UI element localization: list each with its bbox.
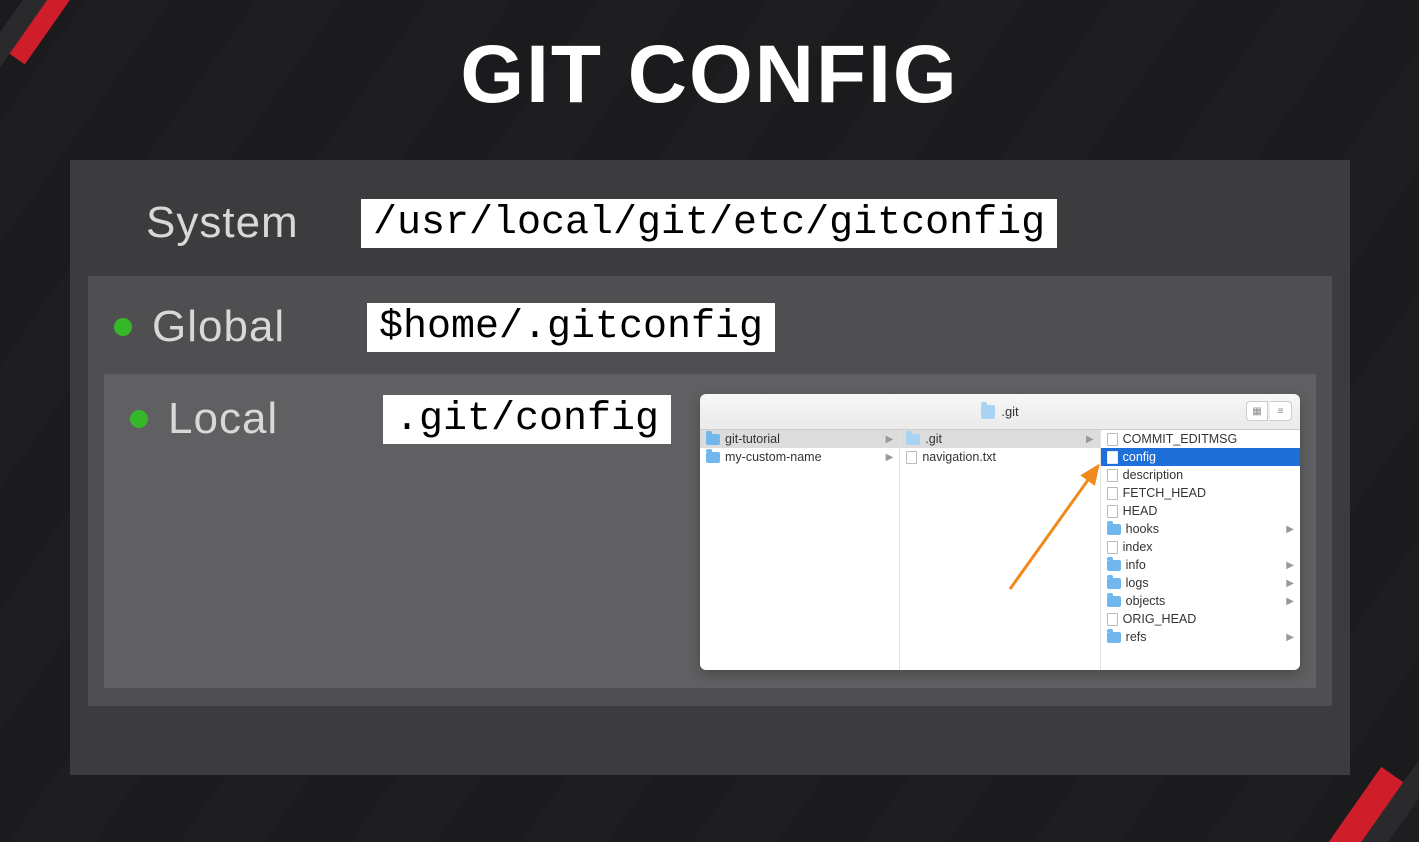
finder-item[interactable]: ORIG_HEAD xyxy=(1101,610,1300,628)
file-icon xyxy=(906,451,917,464)
chevron-right-icon: ▶ xyxy=(1286,560,1294,571)
finder-item-label: description xyxy=(1123,468,1183,482)
finder-item-label: git-tutorial xyxy=(725,432,780,446)
folder-icon xyxy=(1107,632,1121,643)
system-scope-box: System /usr/local/git/etc/gitconfig Glob… xyxy=(70,160,1350,775)
finder-column: git-tutorial ▶ my-custom-name ▶ xyxy=(700,430,900,670)
grid-view-icon: ▦ xyxy=(1246,401,1268,421)
finder-item[interactable]: FETCH_HEAD xyxy=(1101,484,1300,502)
finder-item-label: ORIG_HEAD xyxy=(1123,612,1197,626)
folder-icon xyxy=(706,434,720,445)
finder-item-label: COMMIT_EDITMSG xyxy=(1123,432,1238,446)
finder-item-label: info xyxy=(1126,558,1146,572)
file-icon xyxy=(1107,505,1118,518)
finder-item-label: logs xyxy=(1126,576,1149,590)
finder-item[interactable]: info ▶ xyxy=(1101,556,1300,574)
finder-item[interactable]: refs ▶ xyxy=(1101,628,1300,646)
finder-item[interactable]: index xyxy=(1101,538,1300,556)
system-label: System xyxy=(146,198,341,248)
list-view-icon: ≡ xyxy=(1270,401,1292,421)
global-label: Global xyxy=(152,302,347,352)
finder-columns: git-tutorial ▶ my-custom-name ▶ .git ▶ navigat… xyxy=(700,430,1300,670)
chevron-right-icon: ▶ xyxy=(1286,578,1294,589)
file-icon xyxy=(1107,433,1118,446)
finder-item[interactable]: objects ▶ xyxy=(1101,592,1300,610)
finder-item[interactable]: HEAD xyxy=(1101,502,1300,520)
global-row: Global $home/.gitconfig xyxy=(104,296,1316,374)
finder-item[interactable]: description xyxy=(1101,466,1300,484)
finder-titlebar: .git ▦ ≡ xyxy=(700,394,1300,430)
finder-view-toggle: ▦ ≡ xyxy=(1246,401,1292,421)
folder-icon xyxy=(1107,560,1121,571)
finder-column: COMMIT_EDITMSGconfig description FETCH_HEA… xyxy=(1101,430,1300,670)
finder-item[interactable]: logs ▶ xyxy=(1101,574,1300,592)
chevron-right-icon: ▶ xyxy=(886,452,894,463)
file-icon xyxy=(1107,469,1118,482)
global-path: $home/.gitconfig xyxy=(367,303,775,352)
finder-window: .git ▦ ≡ git-tutorial▶my-custom-name▶.gi… xyxy=(700,394,1300,670)
finder-item-label: index xyxy=(1123,540,1153,554)
file-icon xyxy=(1107,541,1118,554)
finder-item[interactable]: .git ▶ xyxy=(900,430,1099,448)
finder-item[interactable]: hooks ▶ xyxy=(1101,520,1300,538)
chevron-right-icon: ▶ xyxy=(1286,524,1294,535)
finder-item[interactable]: my-custom-name ▶ xyxy=(700,448,899,466)
local-path: .git/config xyxy=(383,395,671,444)
file-icon xyxy=(1107,487,1118,500)
bullet-icon xyxy=(130,410,148,428)
finder-title: .git xyxy=(1001,404,1018,419)
finder-item[interactable]: git-tutorial ▶ xyxy=(700,430,899,448)
finder-item-label: FETCH_HEAD xyxy=(1123,486,1206,500)
finder-item[interactable]: COMMIT_EDITMSG xyxy=(1101,430,1300,448)
finder-item-label: .git xyxy=(925,432,942,446)
slide-title: GIT CONFIG xyxy=(0,28,1419,122)
finder-item[interactable]: navigation.txt xyxy=(900,448,1099,466)
local-label: Local xyxy=(168,394,363,444)
chevron-right-icon: ▶ xyxy=(1286,632,1294,643)
folder-icon xyxy=(1107,596,1121,607)
folder-icon xyxy=(1107,578,1121,589)
finder-item-label: objects xyxy=(1126,594,1166,608)
finder-item-label: navigation.txt xyxy=(922,450,996,464)
chevron-right-icon: ▶ xyxy=(1086,434,1094,445)
local-scope-box: Local .git/config .git ▦ ≡ git-tutorial ▶… xyxy=(104,374,1316,688)
file-icon xyxy=(1107,451,1118,464)
finder-item-label: HEAD xyxy=(1123,504,1158,518)
chevron-right-icon: ▶ xyxy=(1286,596,1294,607)
finder-item[interactable]: config xyxy=(1101,448,1300,466)
folder-icon xyxy=(981,405,995,419)
finder-column: .git ▶ navigation.txt xyxy=(900,430,1100,670)
bullet-icon xyxy=(114,318,132,336)
system-row: System /usr/local/git/etc/gitconfig xyxy=(88,180,1332,276)
finder-item-label: my-custom-name xyxy=(725,450,822,464)
chevron-right-icon: ▶ xyxy=(886,434,894,445)
folder-icon xyxy=(1107,524,1121,535)
folder-icon xyxy=(906,434,920,445)
file-icon xyxy=(1107,613,1118,626)
finder-item-label: refs xyxy=(1126,630,1147,644)
global-scope-box: Global $home/.gitconfig Local .git/confi… xyxy=(88,276,1332,706)
folder-icon xyxy=(706,452,720,463)
finder-item-label: config xyxy=(1123,450,1156,464)
finder-item-label: hooks xyxy=(1126,522,1159,536)
system-path: /usr/local/git/etc/gitconfig xyxy=(361,199,1057,248)
